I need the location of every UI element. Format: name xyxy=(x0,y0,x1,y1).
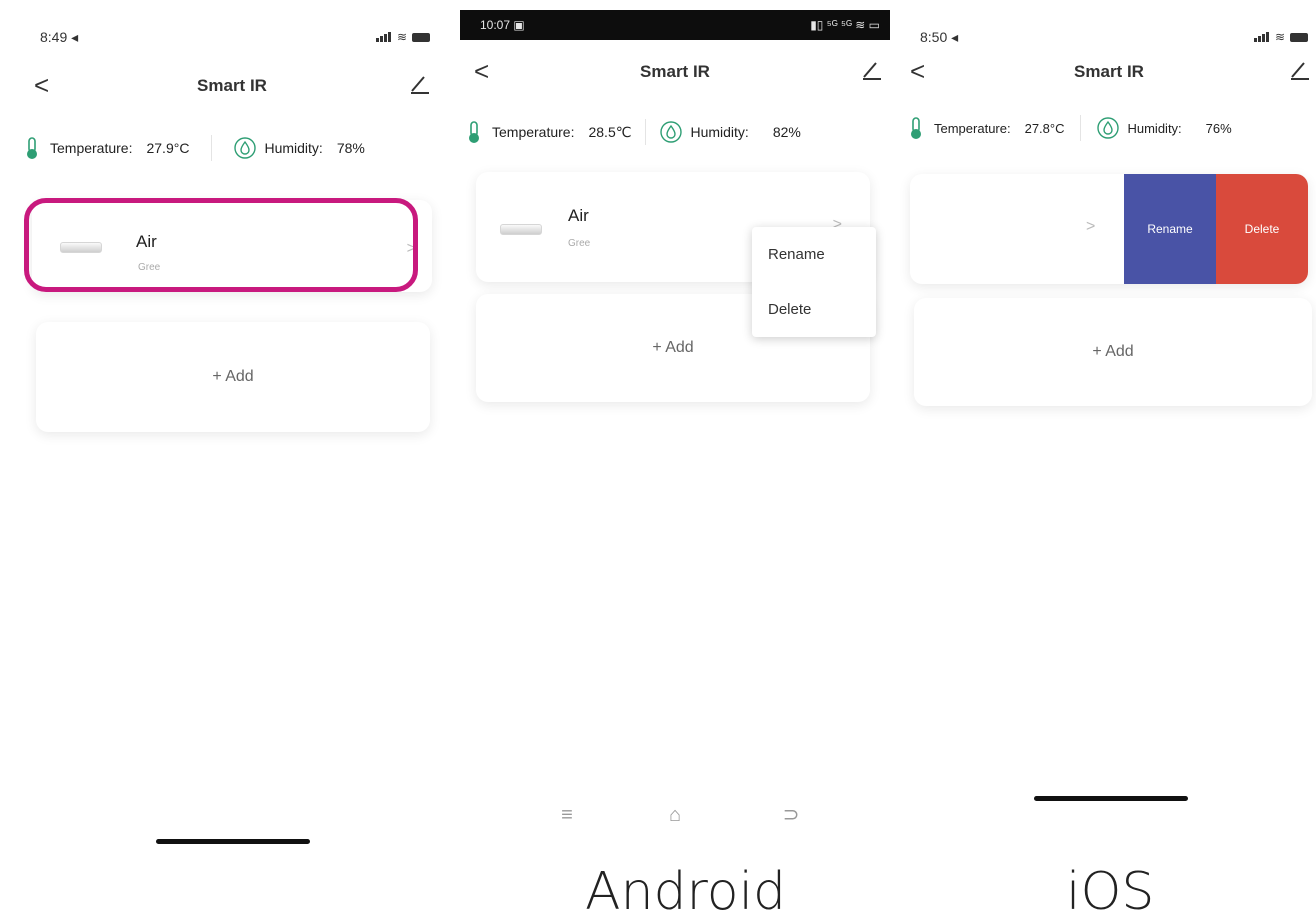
add-device-label: + Add xyxy=(652,339,694,356)
home-nav-icon[interactable]: ⌂ xyxy=(660,800,690,830)
sensor-row: Temperature: 27.8°C Humidity: 76% xyxy=(906,108,1316,148)
humidity-value: 78% xyxy=(336,140,365,156)
humidity-icon xyxy=(234,137,257,159)
temperature-label: Temperature: xyxy=(50,140,133,156)
add-device-label: + Add xyxy=(212,368,254,385)
humidity-readout: Humidity: 76% xyxy=(1097,117,1232,139)
edit-icon[interactable] xyxy=(408,72,432,96)
back-button[interactable]: < xyxy=(474,56,489,86)
battery-icon xyxy=(1290,32,1308,42)
wifi-icon: ≋ xyxy=(1274,30,1285,44)
humidity-icon xyxy=(1097,117,1120,139)
thermometer-icon xyxy=(27,137,37,159)
humidity-readout: Humidity: 82% xyxy=(660,121,801,143)
status-time: 8:50 ◂ xyxy=(920,28,959,45)
nav-bar: < Smart IR xyxy=(22,64,442,108)
ios-caption: iOS xyxy=(1066,862,1155,922)
context-menu: Rename Delete xyxy=(752,227,876,337)
device-card-swiped[interactable]: > Rename Delete xyxy=(910,174,1308,284)
edit-icon[interactable] xyxy=(1288,58,1312,82)
highlight-outline xyxy=(24,198,418,292)
humidity-icon xyxy=(660,121,683,143)
temperature-label: Temperature: xyxy=(492,124,575,140)
humidity-value: 76% xyxy=(1205,120,1232,136)
delete-button[interactable]: Delete xyxy=(1216,174,1308,284)
thermometer-icon xyxy=(911,117,921,139)
humidity-label: Humidity: xyxy=(264,140,323,156)
screen-ios-highlight: 8:49 ◂ ≋ < Smart IR Temperature: 27.9°C … xyxy=(22,0,442,922)
air-conditioner-icon xyxy=(500,224,542,235)
status-bar: 10:07 ▣ ▮▯ ⁵ᴳ ⁵ᴳ ≋ ▭ xyxy=(460,10,890,40)
device-brand: Gree xyxy=(568,238,591,249)
nav-bar: < Smart IR xyxy=(460,50,890,94)
menu-nav-icon[interactable]: ≡ xyxy=(552,800,582,830)
status-time: 10:07 ▣ xyxy=(480,18,525,32)
status-icons: ▮▯ ⁵ᴳ ⁵ᴳ ≋ ▭ xyxy=(810,18,880,32)
signal-icon xyxy=(375,32,392,42)
temperature-value: 28.5℃ xyxy=(588,123,632,140)
android-caption: Android xyxy=(585,862,787,922)
status-bar: 8:49 ◂ ≋ xyxy=(22,22,442,52)
home-indicator[interactable] xyxy=(1034,796,1188,801)
page-title: Smart IR xyxy=(1074,62,1144,81)
temperature-value: 27.9°C xyxy=(146,140,190,156)
humidity-label: Humidity: xyxy=(690,124,749,140)
home-indicator[interactable] xyxy=(156,839,310,844)
page-title: Smart IR xyxy=(640,62,710,81)
add-device-label: + Add xyxy=(1092,343,1134,360)
back-nav-icon[interactable]: ⊃ xyxy=(776,800,806,830)
page-title: Smart IR xyxy=(197,76,267,95)
sensor-row: Temperature: 27.9°C Humidity: 78% xyxy=(22,128,442,168)
temperature-readout: Temperature: 27.9°C xyxy=(22,136,189,160)
temperature-value: 27.8°C xyxy=(1024,120,1065,136)
screen-android-menu: 10:07 ▣ ▮▯ ⁵ᴳ ⁵ᴳ ≋ ▭ < Smart IR Temperat… xyxy=(460,0,890,922)
humidity-readout: Humidity: 78% xyxy=(234,137,365,159)
rename-menu-item[interactable]: Rename xyxy=(752,227,876,282)
notification-icon: ▣ xyxy=(513,18,525,32)
sensor-row: Temperature: 28.5℃ Humidity: 82% xyxy=(464,112,890,152)
status-icons: ≋ xyxy=(1253,30,1308,44)
add-device-card[interactable]: + Add xyxy=(36,322,430,432)
temperature-label: Temperature: xyxy=(934,120,1011,136)
nav-bar: < Smart IR xyxy=(902,50,1316,94)
comparison-stage: 8:49 ◂ ≋ < Smart IR Temperature: 27.9°C … xyxy=(0,0,1316,922)
delete-menu-item[interactable]: Delete xyxy=(752,282,876,337)
wifi-icon: ≋ xyxy=(396,30,407,44)
battery-icon xyxy=(412,32,430,42)
temperature-readout: Temperature: 27.8°C xyxy=(906,116,1064,140)
status-icons: ≋ xyxy=(375,30,430,44)
sensor-divider xyxy=(1080,115,1082,141)
back-button[interactable]: < xyxy=(910,56,925,86)
android-nav-bar: ≡ ⌂ ⊃ xyxy=(460,800,890,830)
add-device-card[interactable]: + Add xyxy=(914,298,1312,406)
rename-button[interactable]: Rename xyxy=(1124,174,1216,284)
back-button[interactable]: < xyxy=(34,70,49,100)
humidity-value: 82% xyxy=(772,124,801,140)
humidity-label: Humidity: xyxy=(1127,120,1182,136)
sensor-divider xyxy=(645,119,647,145)
sensor-divider xyxy=(211,135,213,161)
status-time: 8:49 ◂ xyxy=(40,28,79,45)
screen-ios-swipe: 8:50 ◂ ≋ < Smart IR Temperature: 27.8°C … xyxy=(902,0,1316,922)
device-name: Air xyxy=(568,206,589,225)
status-bar: 8:50 ◂ ≋ xyxy=(902,22,1316,52)
edit-icon[interactable] xyxy=(860,58,884,82)
chevron-right-icon[interactable]: > xyxy=(1086,218,1095,236)
signal-icon xyxy=(1253,32,1270,42)
thermometer-icon xyxy=(469,121,479,143)
temperature-readout: Temperature: 28.5℃ xyxy=(464,120,631,144)
